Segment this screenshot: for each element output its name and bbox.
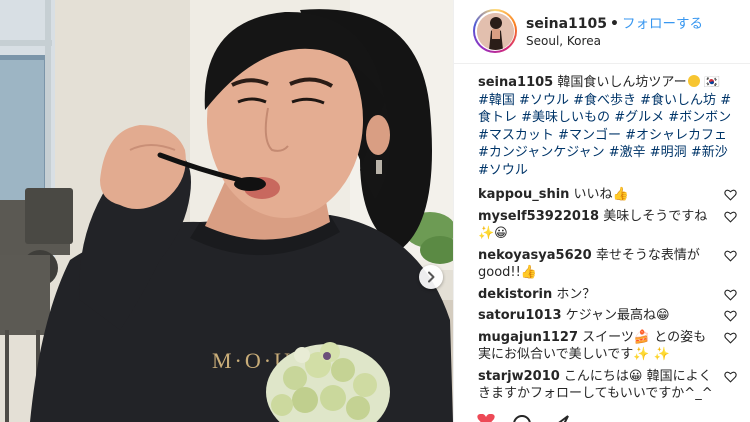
comment-like-heart-icon[interactable] — [724, 310, 737, 322]
comment-text: ケジャン最高ね😁 — [561, 308, 670, 323]
comment-username[interactable]: starjw2010 — [478, 369, 560, 384]
comment-text: いいね👍 — [569, 187, 629, 202]
comment-row: kappou_shin いいね👍 — [454, 186, 750, 204]
comment-like-heart-icon[interactable] — [724, 289, 737, 301]
comment-row: mugajun1127 スイーツ🍰 との姿も実にお似合いで美しいです✨ ✨ — [454, 329, 750, 364]
hashtag-link[interactable]: #韓国 — [478, 93, 515, 108]
hashtag-link[interactable]: #激辛 — [609, 145, 646, 160]
post-header: seina1105 • フォローする Seoul, Korea — [454, 0, 750, 64]
comment-row: satoru1013 ケジャン最高ね😁 — [454, 307, 750, 325]
comment-row: nekoyasya5620 幸せそうな表情がgood!!👍 — [454, 247, 750, 282]
comment-list: kappou_shin いいね👍 myself53922018 美味しそうですね✨… — [454, 186, 750, 403]
comment-like-heart-icon[interactable] — [724, 332, 737, 344]
avatar-image — [476, 12, 514, 50]
comment-like-heart-icon[interactable] — [724, 371, 737, 383]
comment-like-heart-icon[interactable] — [724, 211, 737, 223]
comment-username[interactable]: nekoyasya5620 — [478, 248, 592, 263]
like-heart-icon[interactable] — [476, 414, 496, 422]
korea-flag-emoji: 🇰🇷 — [703, 75, 720, 90]
carousel-next-button[interactable] — [419, 265, 443, 289]
comment-username[interactable]: satoru1013 — [478, 308, 562, 323]
hashtag-link[interactable]: #マスカット — [478, 128, 554, 143]
hashtag-link[interactable]: #美味しいもの — [521, 110, 610, 125]
comment-row: myself53922018 美味しそうですね✨😀 — [454, 208, 750, 243]
smile-emoji-icon — [687, 75, 700, 87]
hashtag-link[interactable]: #ボンボン — [668, 110, 731, 125]
comment-username[interactable]: myself53922018 — [478, 209, 599, 224]
hashtag-link[interactable]: #マンゴー — [558, 128, 621, 143]
post-caption: seina1105 韓国食いしん坊ツアー 🇰🇷 #韓国 #ソウル #食べ歩き #… — [454, 74, 750, 179]
hashtag-link[interactable]: #ソウル — [519, 93, 569, 108]
comments-section: seina1105 韓国食いしん坊ツアー 🇰🇷 #韓国 #ソウル #食べ歩き #… — [454, 74, 750, 403]
comment-like-heart-icon[interactable] — [724, 189, 737, 201]
caption-text: 韓国食いしん坊ツアー — [553, 75, 687, 90]
post-side-panel: seina1105 • フォローする Seoul, Korea seina1105 … — [453, 0, 750, 422]
comment-like-heart-icon[interactable] — [724, 250, 737, 262]
hashtag-link[interactable]: #ソウル — [478, 163, 528, 178]
header-username[interactable]: seina1105 — [526, 16, 607, 32]
hashtag-link[interactable]: #グルメ — [614, 110, 664, 125]
hashtag-list: #韓国 #ソウル #食べ歩き #食いしん坊 #食トレ #美味しいもの #グルメ … — [478, 93, 731, 178]
chevron-right-icon — [428, 271, 435, 283]
comment-row: dekistorin ホン？ — [454, 286, 750, 304]
comment-username[interactable]: kappou_shin — [478, 187, 569, 202]
post-photo: M·O·U·S·Y — [0, 0, 453, 422]
hashtag-link[interactable]: #食べ歩き — [573, 93, 636, 108]
photo-illustration: M·O·U·S·Y — [0, 0, 453, 422]
avatar[interactable] — [473, 9, 517, 53]
hashtag-link[interactable]: #オシャレカフェ — [625, 128, 727, 143]
hashtag-link[interactable]: #新沙 — [691, 145, 728, 160]
comment-icon[interactable] — [512, 414, 532, 422]
hashtag-link[interactable]: #明洞 — [650, 145, 687, 160]
caption-username[interactable]: seina1105 — [478, 75, 553, 90]
share-icon[interactable] — [550, 414, 570, 422]
comment-username[interactable]: mugajun1127 — [478, 330, 578, 345]
location-link[interactable]: Seoul, Korea — [526, 34, 601, 48]
hashtag-link[interactable]: #食いしん坊 — [640, 93, 716, 108]
hashtag-link[interactable]: #カンジャンケジャン — [478, 145, 605, 160]
comment-row: starjw2010 こんにちは😀 韓国によくきますかフォローしてもいいですか^… — [454, 368, 750, 403]
comment-text: ホン？ — [552, 286, 596, 302]
post-actions — [454, 414, 750, 422]
separator-dot: • — [610, 16, 619, 32]
follow-button[interactable]: フォローする — [622, 16, 703, 32]
comment-username[interactable]: dekistorin — [478, 287, 552, 302]
